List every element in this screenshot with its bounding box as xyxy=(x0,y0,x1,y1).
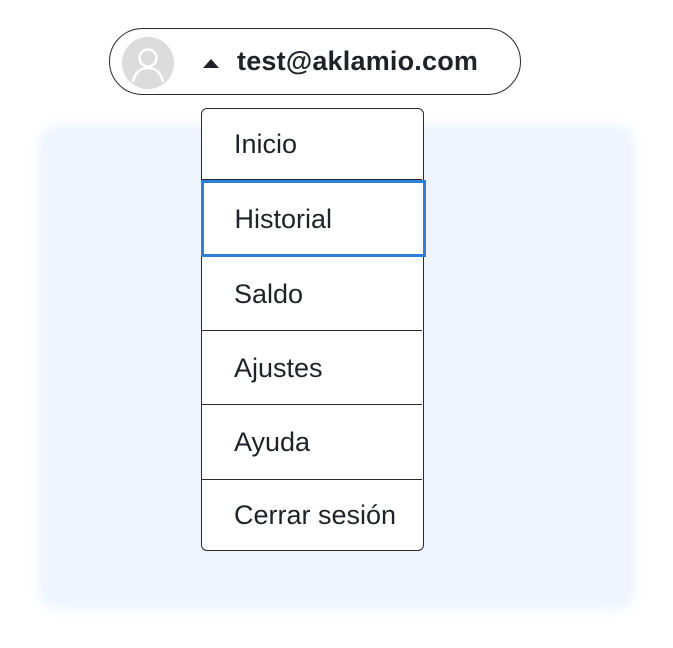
menu-item-label: Ajustes xyxy=(234,352,323,383)
menu-item-ayuda[interactable]: Ayuda xyxy=(202,405,422,480)
menu-item-saldo[interactable]: Saldo xyxy=(202,257,422,331)
menu-item-label: Ayuda xyxy=(234,427,311,457)
menu-item-ajustes[interactable]: Ajustes xyxy=(202,331,422,405)
caret-up-icon xyxy=(203,59,219,68)
menu-item-label: Historial xyxy=(234,203,333,234)
menu-item-label: Inicio xyxy=(234,129,298,159)
menu-item-label: Saldo xyxy=(234,278,304,309)
menu-item-cerrar-sesion[interactable]: Cerrar sesión xyxy=(202,480,422,549)
account-dropdown-menu: Inicio Historial Saldo Ajustes Ayuda Cer… xyxy=(200,108,426,551)
menu-item-label: Cerrar sesión xyxy=(234,499,397,530)
account-menu-toggle[interactable]: test@aklamio.com xyxy=(109,28,521,95)
user-avatar-icon xyxy=(122,37,174,89)
menu-item-historial[interactable]: Historial xyxy=(200,180,426,257)
menu-item-inicio[interactable]: Inicio xyxy=(202,109,422,180)
account-email: test@aklamio.com xyxy=(237,46,479,76)
